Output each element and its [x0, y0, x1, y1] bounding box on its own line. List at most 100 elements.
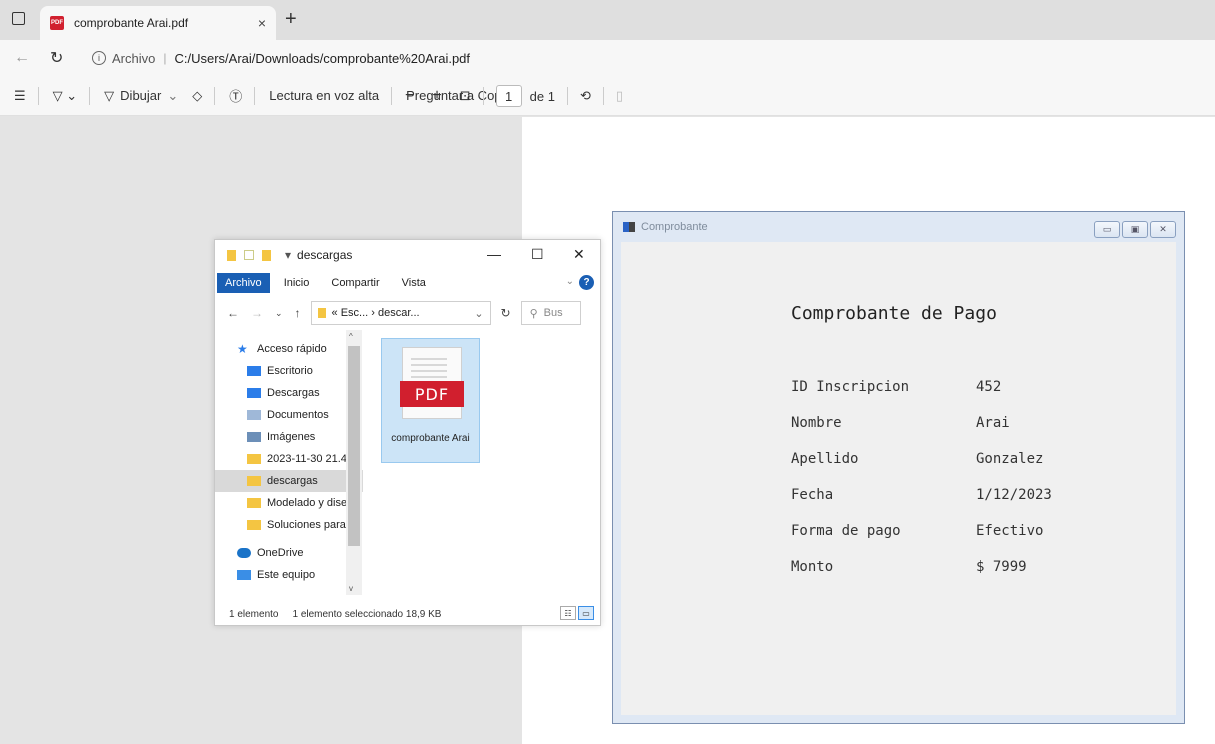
forward-arrow-icon[interactable]: → — [251, 306, 263, 320]
star-icon: ★ — [237, 342, 248, 356]
address-divider: | — [163, 51, 167, 65]
page-view-icon[interactable]: ▯ — [616, 88, 623, 104]
pdf-toolbar: ☰ ▽ ⌄ ▽ Dibujar ⌄ ◇ Ⓣ Lectura en voz alt… — [0, 76, 1215, 116]
contents-icon[interactable]: ☰ — [14, 88, 26, 104]
zoom-in-button[interactable]: + — [432, 87, 441, 105]
ribbon-tab-archivo[interactable]: Archivo — [217, 273, 270, 293]
refresh-icon[interactable]: ↻ — [501, 306, 511, 320]
back-arrow-icon[interactable]: ← — [14, 49, 36, 67]
text-icon[interactable]: Ⓣ — [229, 86, 242, 105]
properties-icon[interactable] — [244, 250, 254, 260]
field-value-id: 452 — [976, 379, 1002, 395]
view-toggle: ☷ ▭ — [560, 606, 594, 620]
folder-icon — [227, 249, 236, 261]
path-input[interactable]: « Esc... › descar... ⌄ — [310, 301, 491, 325]
rotate-icon[interactable]: ⟲ — [580, 88, 591, 104]
nav-item-label: Descargas — [267, 387, 320, 399]
toolbar-divider — [214, 86, 216, 105]
draw-icon: ▽ — [104, 87, 115, 103]
file-item-pdf[interactable]: PDF comprobante Arai — [381, 338, 480, 463]
maximize-button[interactable]: ▣ — [1122, 221, 1148, 238]
address-url[interactable]: C:/Users/Arai/Downloads/comprobante%20Ar… — [174, 51, 470, 66]
scroll-up-icon[interactable]: ^ — [349, 332, 353, 341]
new-folder-icon[interactable] — [262, 249, 271, 261]
field-value-apellido: Gonzalez — [976, 451, 1044, 467]
nav-item[interactable]: 2023-11-30 21.44 — [215, 448, 363, 470]
scrollbar-thumb[interactable] — [348, 346, 360, 546]
up-arrow-icon[interactable]: ↑ — [295, 306, 301, 320]
back-arrow-icon[interactable]: ← — [227, 306, 239, 320]
comprobante-window: Comprobante ▭ ▣ ✕ Comprobante de Pago ID… — [612, 211, 1185, 724]
search-placeholder: Bus — [543, 307, 563, 319]
address-scheme-label: Archivo — [112, 50, 156, 66]
explorer-nav-bar: ← → ⌄ ↑ « Esc... › descar... ⌄ ↻ ⚲ Bus — [215, 298, 600, 328]
explorer-ribbon: Archivo Inicio Compartir Vista ⌄ ? — [215, 272, 600, 294]
highlight-icon[interactable]: ▽ ⌄ — [53, 88, 78, 104]
scroll-down-icon[interactable]: v — [349, 584, 353, 593]
field-value-forma-pago: Efectivo — [976, 523, 1044, 539]
quick-access-dropdown-icon[interactable]: ▾ — [285, 248, 291, 262]
nav-item[interactable]: Soluciones para — [215, 514, 363, 536]
toolbar-divider — [254, 86, 256, 105]
nav-item[interactable]: descargas — [215, 470, 363, 492]
browser-tab-bar: PDF comprobante Arai.pdf × + — [0, 0, 1215, 40]
ribbon-tab-inicio[interactable]: Inicio — [276, 273, 318, 293]
eraser-icon[interactable]: ◇ — [192, 88, 202, 104]
address-bar: ← ↻ i Archivo | C:/Users/Arai/Downloads/… — [0, 40, 1215, 76]
nav-item-label: 2023-11-30 21.44 — [267, 453, 354, 465]
ribbon-tab-compartir[interactable]: Compartir — [323, 273, 387, 293]
nav-item-label: Acceso rápido — [257, 343, 327, 355]
nav-item[interactable]: Documentos📌 — [215, 404, 363, 426]
page-number-input[interactable]: 1 — [495, 85, 522, 107]
nav-item[interactable]: Escritorio📌 — [215, 360, 363, 382]
minimize-button[interactable]: — — [487, 246, 501, 262]
nav-item[interactable]: Modelado y dise — [215, 492, 363, 514]
nav-item-label: Soluciones para — [267, 519, 346, 531]
tab-actions-icon[interactable] — [12, 12, 25, 25]
navigation-scrollbar[interactable]: ^ v — [346, 330, 362, 595]
pdf-file-icon: PDF — [50, 16, 64, 30]
zoom-out-button[interactable]: − — [405, 87, 414, 105]
draw-button[interactable]: ▽ Dibujar ⌄ — [104, 88, 178, 104]
computer-icon — [237, 570, 251, 580]
image-icon — [247, 432, 261, 442]
new-tab-button[interactable]: + — [285, 8, 297, 31]
large-icons-view-icon[interactable]: ▭ — [578, 606, 594, 620]
close-button[interactable]: ✕ — [573, 246, 585, 263]
window-controls: ▭ ▣ ✕ — [1094, 221, 1176, 238]
document-icon — [247, 410, 261, 420]
chevron-down-icon: ⌄ — [167, 87, 179, 103]
field-label-apellido: Apellido — [791, 451, 859, 467]
folder-icon — [317, 308, 326, 318]
file-explorer-window: ▾ descargas — ☐ ✕ Archivo Inicio Compart… — [214, 239, 601, 626]
details-view-icon[interactable]: ☷ — [560, 606, 576, 620]
tab-close-icon[interactable]: × — [258, 15, 266, 31]
field-value-monto: $ 7999 — [976, 559, 1027, 575]
comprobante-window-title: Comprobante — [641, 221, 708, 233]
nav-item-label: Modelado y dise — [267, 497, 348, 509]
search-input[interactable]: ⚲ Bus — [520, 301, 581, 325]
nav-item[interactable]: Descargas📌 — [215, 382, 363, 404]
nav-item[interactable]: Imágenes📌 — [215, 426, 363, 448]
download-icon — [247, 388, 261, 398]
read-aloud-button[interactable]: Lectura en voz alta — [269, 88, 379, 103]
explorer-title-bar[interactable]: ▾ descargas — ☐ ✕ — [215, 240, 600, 270]
maximize-button[interactable]: ☐ — [531, 246, 544, 263]
close-button[interactable]: ✕ — [1150, 221, 1176, 238]
tab-pdf[interactable]: PDF comprobante Arai.pdf × — [40, 6, 276, 40]
fit-width-icon[interactable]: ⊡ — [460, 88, 471, 104]
help-icon[interactable]: ? — [579, 275, 594, 290]
field-value-fecha: 1/12/2023 — [976, 487, 1052, 503]
chevron-down-icon[interactable]: ⌄ — [566, 276, 574, 287]
cloud-icon — [237, 548, 251, 558]
nav-item[interactable]: Este equipo — [215, 564, 363, 586]
chevron-down-icon[interactable]: ⌄ — [474, 307, 483, 320]
nav-item[interactable]: ★ Acceso rápido — [215, 338, 363, 360]
nav-item[interactable]: OneDrive — [215, 542, 363, 564]
recent-dropdown-icon[interactable]: ⌄ — [275, 308, 283, 319]
reload-icon[interactable]: ↻ — [50, 48, 72, 68]
minimize-button[interactable]: ▭ — [1094, 221, 1120, 238]
info-icon[interactable]: i — [92, 51, 106, 65]
file-name: comprobante Arai — [391, 433, 470, 444]
ribbon-tab-vista[interactable]: Vista — [394, 273, 434, 293]
